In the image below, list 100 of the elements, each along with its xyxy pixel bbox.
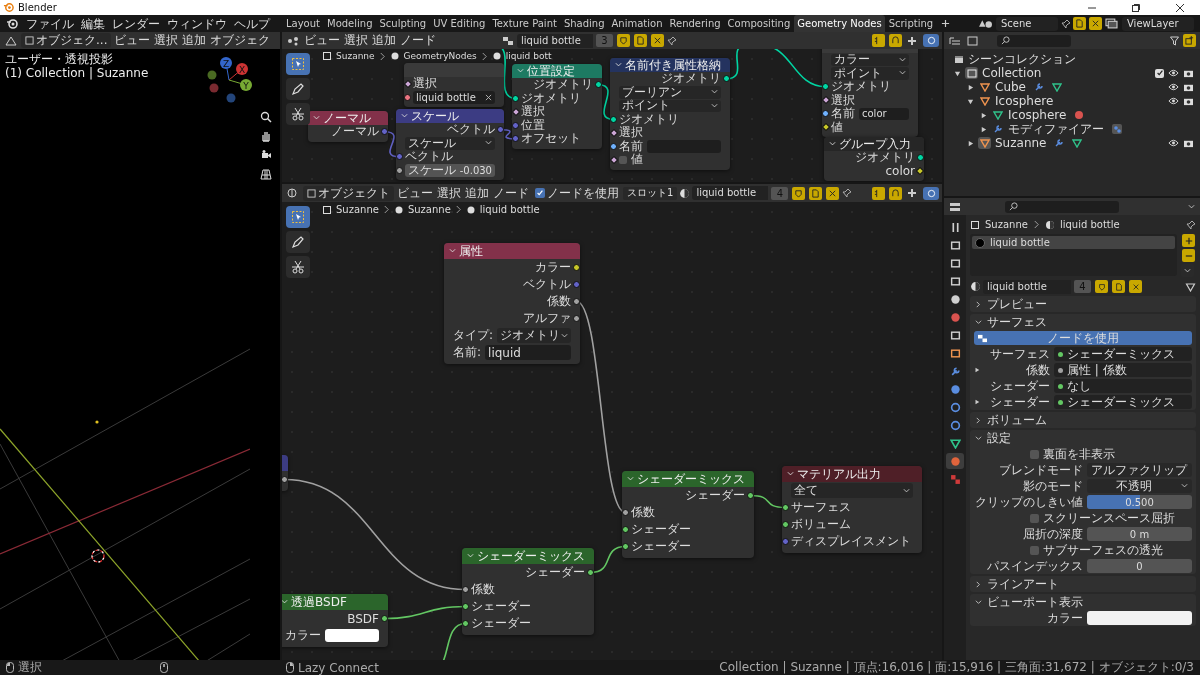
workspace-tab[interactable]: Animation [608, 15, 666, 32]
panel-header[interactable]: プレビュー [970, 296, 1196, 312]
node-card[interactable]: 位置設定 ジオメトリ ジオメトリ 選択 位置 オフセット [512, 64, 602, 149]
menu-item[interactable]: 編集 [78, 15, 108, 32]
node-card[interactable]: 透過BSDF BSDF カラー [282, 594, 388, 647]
workspace-tab[interactable]: Geometry Nodes [794, 15, 885, 32]
view-layer-field[interactable]: ViewLayer [1122, 16, 1194, 31]
menu-item[interactable]: 選択 [436, 184, 462, 202]
node-dropdown[interactable]: ブーリアン [619, 86, 721, 99]
mode-dropdown[interactable]: オブジェクト [303, 185, 394, 201]
menu-item[interactable]: ビュー [303, 32, 341, 49]
socket-link-field[interactable]: シェーダーミックス [1054, 395, 1192, 409]
node-header[interactable]: ノーマル [308, 111, 388, 125]
node-header[interactable]: 位置設定 [512, 64, 602, 78]
menu-item[interactable]: ファイル [23, 15, 77, 32]
menu-item[interactable]: オブジェク [209, 32, 272, 49]
menu-item[interactable]: ビュー [396, 184, 434, 202]
node-card[interactable]: シェーダーミックス シェーダー 係数 シェーダー シェーダー [622, 471, 754, 558]
workspace-tab[interactable]: Shading [560, 15, 608, 32]
menu-item[interactable]: 追加 [371, 32, 397, 49]
scene-field[interactable]: Scene [996, 16, 1058, 31]
node-header[interactable]: シェーダーミックス [622, 471, 754, 487]
node-header[interactable]: 透過BSDF [282, 594, 388, 610]
outliner-item[interactable]: モディファイアー [1008, 120, 1104, 138]
node-card[interactable]: 属性 カラー ベクトル 係数 アルファ タイプ: ジオメトリ 名前: liquid [444, 243, 580, 364]
panel-header[interactable]: ビューポート表示 [970, 594, 1196, 610]
breadcrumb-item[interactable]: liquid bott [505, 51, 552, 61]
node-dropdown[interactable]: 全て [791, 483, 913, 498]
workspace-tab[interactable]: Compositing [724, 15, 794, 32]
socket-link-field[interactable]: シェーダーミックス [1054, 347, 1192, 361]
outliner-item[interactable]: Cube [995, 80, 1026, 94]
breadcrumb-item[interactable]: Suzanne [336, 204, 379, 215]
menu-item[interactable]: ビュー [113, 32, 152, 49]
node-card[interactable]: グループ入力 ジオメトリ color [824, 137, 924, 181]
breadcrumb-item[interactable]: Suzanne [985, 219, 1028, 230]
node-card[interactable]: ノーマル ノーマル [308, 111, 388, 142]
panel-header[interactable]: 設定 [970, 430, 1196, 446]
number-field[interactable]: -0.030 [456, 164, 495, 177]
datablock-field[interactable]: liquid bottle [517, 33, 593, 48]
menu-item[interactable]: 選択 [153, 32, 180, 49]
number-field[interactable]: 0 [1087, 559, 1192, 573]
node-dropdown[interactable]: ポイント [831, 67, 909, 80]
outliner-item[interactable]: Collection [982, 66, 1042, 80]
dropdown[interactable]: アルファクリップ [1087, 463, 1192, 477]
workspace-tab[interactable]: Sculpting [376, 15, 430, 32]
breadcrumb-item[interactable]: liquid bottle [479, 204, 540, 215]
number-field[interactable]: 0 m [1087, 527, 1192, 541]
node-header[interactable]: グループ入力 [824, 137, 924, 151]
panel-header[interactable]: ボリューム [970, 412, 1196, 428]
breadcrumb-item[interactable]: GeometryNodes [403, 51, 477, 61]
menu-item[interactable]: 選択 [343, 32, 369, 49]
node-card[interactable]: スケール ベクトル スケール ベクトル スケール -0.030 [396, 109, 504, 180]
node-card[interactable]: 選択 liquid bottle [404, 63, 504, 107]
slot-dropdown[interactable]: スロット1 [623, 186, 678, 200]
node-dropdown[interactable]: ジオメトリ [497, 328, 571, 343]
dropdown[interactable]: 不透明 [1087, 479, 1192, 493]
breadcrumb-item[interactable]: Suzanne [407, 204, 451, 215]
outliner-item[interactable]: シーンコレクション [968, 50, 1076, 68]
workspace-tab[interactable]: Modeling [324, 15, 376, 32]
workspace-tab[interactable]: Rendering [666, 15, 724, 32]
input-field[interactable]: liquid bottle [413, 91, 495, 104]
input-field[interactable]: color [859, 107, 909, 120]
workspace-tab[interactable]: UV Editing [430, 15, 489, 32]
menu-item[interactable]: ノード [492, 184, 530, 202]
node-dropdown[interactable]: ポイント [619, 99, 721, 112]
workspace-tab[interactable]: Texture Paint [489, 15, 560, 32]
material-field[interactable]: liquid bottle [692, 186, 769, 200]
node-card[interactable]: マテリアル出力 全て サーフェス ボリューム ディスプレイスメント [782, 466, 922, 553]
socket-link-field[interactable]: なし [1054, 379, 1192, 393]
input-field[interactable]: liquid [485, 345, 571, 360]
outliner-item[interactable]: Icosphere [1008, 108, 1067, 122]
material-slot[interactable]: liquid bottle [972, 236, 1175, 249]
node-header[interactable]: 名前付き属性格納 [610, 58, 730, 72]
outliner-item[interactable]: Icosphere [995, 94, 1054, 108]
panel-header[interactable]: ラインアート [970, 576, 1196, 592]
breadcrumb-item[interactable]: Suzanne [336, 51, 375, 61]
node-header[interactable]: スケール [396, 109, 504, 123]
node-card[interactable]: カラー ポイント ジオメトリ 選択 名前 color 値 [822, 49, 918, 137]
node-dropdown[interactable]: カラー [831, 53, 909, 66]
mode-dropdown[interactable]: オブジェク... [21, 33, 112, 48]
socket-link-field[interactable]: 属性 | 係数 [1054, 363, 1192, 377]
node-header[interactable]: シェーダーミックス [462, 548, 594, 564]
menu-item[interactable]: ノード [399, 32, 437, 49]
outliner-item[interactable]: Suzanne [995, 136, 1047, 150]
node-dropdown[interactable]: スケール [405, 137, 495, 150]
menu-item[interactable]: レンダー [109, 15, 163, 32]
node-header[interactable]: マテリアル出力 [782, 466, 922, 482]
node-header[interactable]: 属性 [444, 243, 580, 259]
breadcrumb-item[interactable]: liquid bottle [1059, 219, 1120, 230]
panel-header[interactable]: サーフェス [970, 314, 1196, 330]
menu-item[interactable]: 追加 [181, 32, 208, 49]
node-card[interactable]: 名前付き属性格納 ジオメトリ ブーリアン ポイント ジオメトリ 選択 名前 値 [610, 58, 730, 170]
menu-item[interactable]: ウィンドウ [164, 15, 230, 32]
menu-item[interactable]: ヘルプ [231, 15, 273, 32]
node-card[interactable]: シェーダーミックス シェーダー 係数 シェーダー シェーダー [462, 548, 594, 635]
use-nodes-button[interactable]: ノードを使用 [974, 331, 1192, 345]
material-field[interactable]: liquid bottle [983, 279, 1071, 294]
menu-item[interactable]: 追加 [464, 184, 490, 202]
workspace-tab[interactable]: Scripting [885, 15, 937, 32]
workspace-tab[interactable]: Layout [283, 15, 323, 32]
